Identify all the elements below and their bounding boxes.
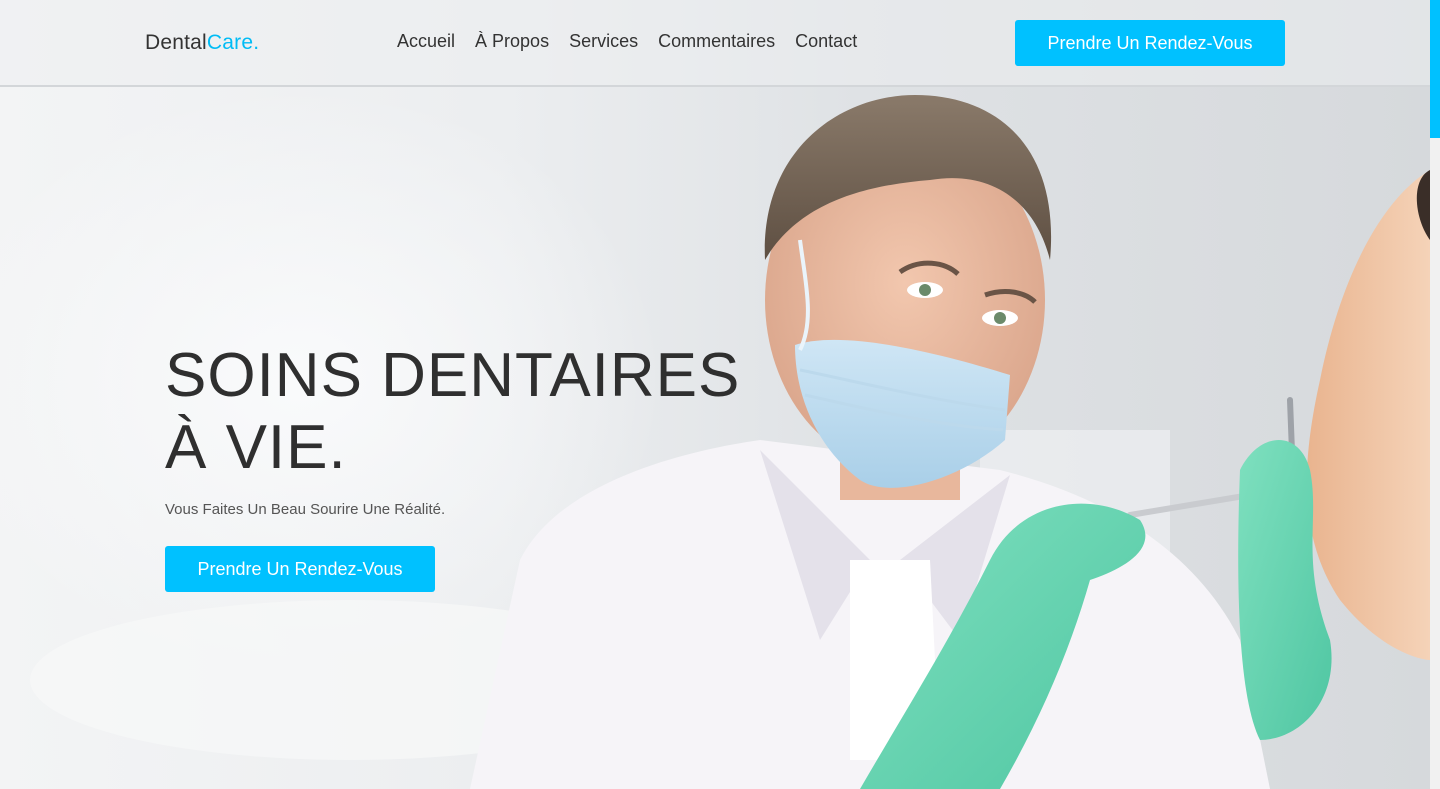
scrollbar-thumb[interactable] xyxy=(1430,0,1440,138)
brand-name-accent: Care. xyxy=(206,31,260,54)
nav-item-a-propos[interactable]: À Propos xyxy=(475,31,549,52)
header-appointment-button[interactable]: Prendre Un Rendez-Vous xyxy=(1015,20,1285,66)
brand-logo[interactable]: DentalCare. xyxy=(145,31,259,55)
nav-item-contact[interactable]: Contact xyxy=(795,31,857,52)
hero-appointment-button[interactable]: Prendre Un Rendez-Vous xyxy=(165,546,435,592)
nav-item-services[interactable]: Services xyxy=(569,31,638,52)
hero-title: SOINS DENTAIRES À VIE. xyxy=(165,340,740,484)
hero-title-line-1: SOINS DENTAIRES xyxy=(165,341,741,410)
page-scrollbar[interactable] xyxy=(1430,0,1440,789)
hero-subtitle: Vous Faites Un Beau Sourire Une Réalité. xyxy=(165,501,446,518)
hero-title-line-2: À VIE. xyxy=(165,413,347,482)
nav-item-commentaires[interactable]: Commentaires xyxy=(658,31,775,52)
nav-item-accueil[interactable]: Accueil xyxy=(397,31,455,52)
main-nav: Accueil À Propos Services Commentaires C… xyxy=(397,31,857,52)
site-header: DentalCare. Accueil À Propos Services Co… xyxy=(0,0,1430,87)
brand-name-primary: Dental xyxy=(145,31,207,54)
